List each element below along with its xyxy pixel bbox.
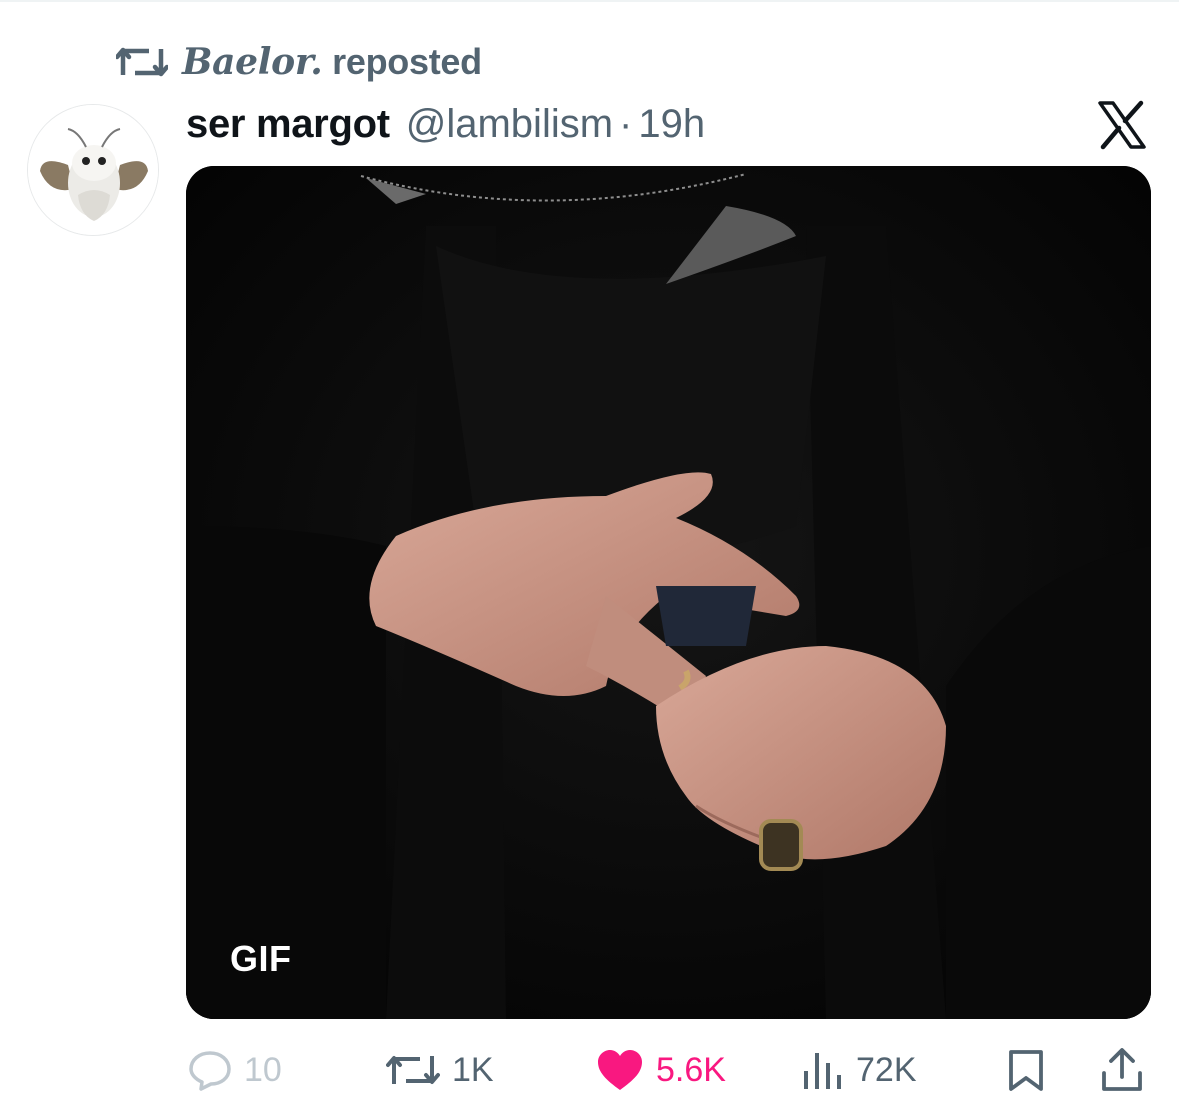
user-handle[interactable]: @lambilism bbox=[406, 102, 613, 147]
repost-count: 1K bbox=[452, 1050, 494, 1089]
reposter-name[interactable]: Baelor. bbox=[182, 41, 323, 83]
reply-button[interactable]: 10 bbox=[188, 1040, 282, 1100]
views-button[interactable]: 72K bbox=[802, 1040, 917, 1100]
top-divider bbox=[0, 0, 1179, 2]
views-chart-icon bbox=[802, 1049, 844, 1091]
action-bar: 10 1K 5.6K 72K bbox=[0, 1040, 1179, 1100]
bookmark-icon bbox=[1006, 1048, 1046, 1092]
like-button[interactable]: 5.6K bbox=[596, 1040, 726, 1100]
heart-icon bbox=[596, 1048, 644, 1092]
repost-button[interactable]: 1K bbox=[386, 1040, 494, 1100]
like-count: 5.6K bbox=[656, 1050, 726, 1089]
repost-icon bbox=[116, 45, 168, 79]
separator: · bbox=[619, 101, 633, 146]
avatar[interactable] bbox=[27, 104, 159, 236]
reply-icon bbox=[188, 1049, 232, 1091]
share-button[interactable] bbox=[1100, 1040, 1144, 1100]
views-count: 72K bbox=[856, 1050, 917, 1089]
hands-photo bbox=[186, 166, 1151, 1019]
x-logo-icon bbox=[1097, 100, 1147, 150]
bookmark-button[interactable] bbox=[1006, 1040, 1046, 1100]
gif-badge: GIF bbox=[230, 938, 292, 979]
repost-icon bbox=[386, 1052, 440, 1088]
repost-label: Baelor. reposted bbox=[182, 41, 482, 83]
display-name[interactable]: ser margot bbox=[186, 102, 390, 147]
timestamp[interactable]: 19h bbox=[638, 102, 705, 147]
tweet-header: ser margot @lambilism · 19h bbox=[186, 100, 705, 148]
repost-context[interactable]: Baelor. reposted bbox=[116, 40, 482, 84]
moth-avatar-image bbox=[28, 105, 158, 235]
share-icon bbox=[1100, 1047, 1144, 1093]
reply-count: 10 bbox=[244, 1050, 282, 1089]
media-gif[interactable]: GIF bbox=[186, 166, 1151, 1019]
repost-action-text: reposted bbox=[332, 41, 482, 82]
